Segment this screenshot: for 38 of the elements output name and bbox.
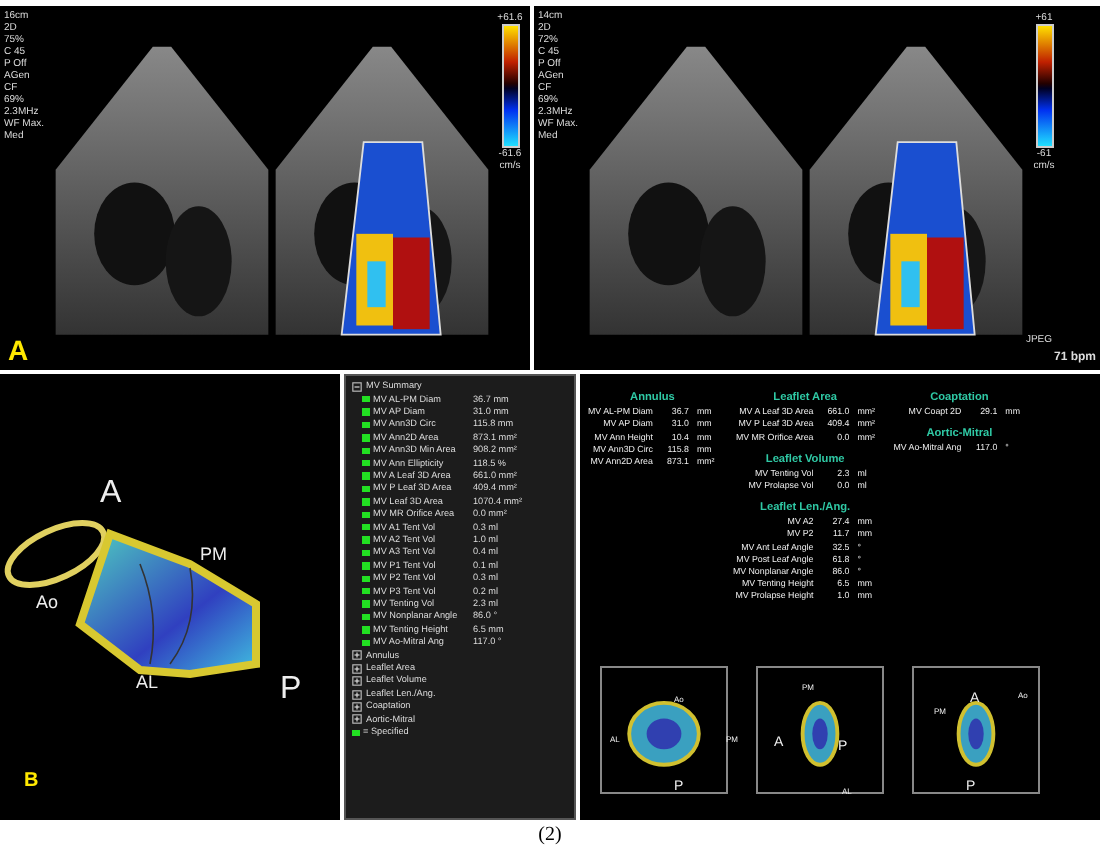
specified-marker-icon bbox=[362, 575, 369, 583]
specified-marker-icon bbox=[362, 395, 369, 403]
model-label: A bbox=[100, 478, 122, 511]
model-label: P bbox=[280, 674, 302, 707]
specified-marker-icon bbox=[362, 472, 369, 480]
expand-icon[interactable] bbox=[352, 650, 362, 661]
expand-icon[interactable] bbox=[352, 663, 362, 674]
specified-marker-icon bbox=[362, 587, 369, 595]
specified-marker-icon bbox=[362, 536, 369, 544]
expand-icon[interactable] bbox=[352, 676, 362, 687]
expand-icon[interactable] bbox=[352, 714, 362, 725]
specified-marker-icon bbox=[352, 729, 359, 737]
specified-marker-icon bbox=[362, 562, 369, 570]
color-scale-bar bbox=[501, 24, 519, 148]
specified-marker-icon bbox=[362, 485, 369, 493]
model-label: PM bbox=[200, 546, 227, 565]
specified-marker-icon bbox=[362, 613, 369, 621]
specified-marker-icon bbox=[362, 408, 369, 416]
specified-marker-icon bbox=[362, 639, 369, 647]
specified-marker-icon bbox=[362, 626, 369, 634]
specified-marker-icon bbox=[362, 600, 369, 608]
expand-icon[interactable] bbox=[352, 701, 362, 712]
specified-marker-icon bbox=[362, 523, 369, 531]
specified-marker-icon bbox=[362, 447, 369, 455]
specified-marker-icon bbox=[362, 498, 369, 506]
model-label: Ao bbox=[36, 594, 59, 613]
panel-label: B bbox=[24, 770, 39, 792]
specified-marker-icon bbox=[362, 421, 369, 429]
specified-marker-icon bbox=[362, 511, 369, 519]
specified-marker-icon bbox=[362, 434, 369, 442]
panel-label: A bbox=[8, 334, 29, 367]
collapse-icon[interactable] bbox=[352, 381, 362, 392]
specified-marker-icon bbox=[362, 459, 369, 467]
color-scale-bar bbox=[1035, 24, 1053, 148]
model-label: AL bbox=[136, 674, 159, 693]
figure-caption: (2) bbox=[538, 824, 562, 846]
expand-icon[interactable] bbox=[352, 689, 362, 700]
specified-marker-icon bbox=[362, 549, 369, 557]
